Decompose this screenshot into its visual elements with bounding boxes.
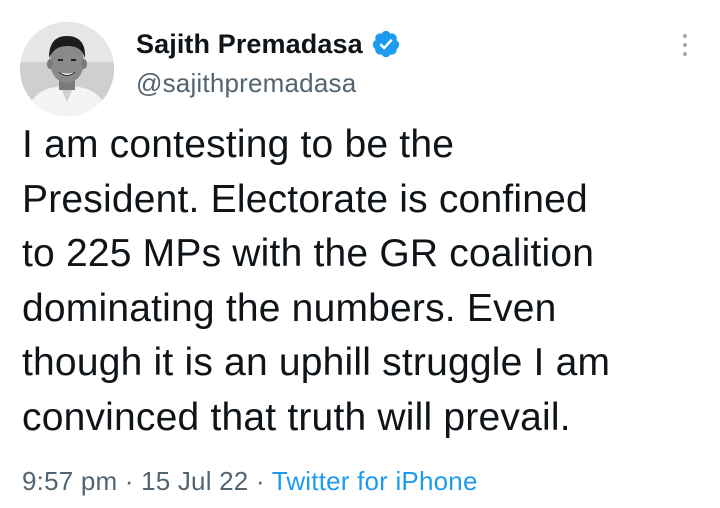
meta-separator: · (124, 466, 134, 496)
tweet-card: Sajith Premadasa @sajithpremadasa I am c… (0, 0, 720, 508)
tweet-date[interactable]: 15 Jul 22 (141, 466, 248, 496)
verified-badge-icon (371, 29, 401, 59)
tweet-source-link[interactable]: Twitter for iPhone (272, 466, 478, 496)
more-options-icon[interactable] (680, 34, 690, 60)
tweet-text: I am contesting to be the President. Ele… (22, 118, 702, 445)
tweet-text-line: though it is an uphill struggle I am (22, 341, 611, 384)
avatar[interactable] (20, 22, 114, 116)
tweet-text-line: convinced that truth will prevail. (22, 395, 571, 439)
user-handle[interactable]: @sajithpremadasa (136, 68, 401, 99)
meta-separator: · (255, 466, 265, 496)
name-row: Sajith Premadasa (136, 26, 401, 62)
tweet-text-line: President. Electorate is confined (22, 177, 588, 221)
tweet-time[interactable]: 9:57 pm (22, 466, 117, 496)
tweet-header: Sajith Premadasa @sajithpremadasa (136, 26, 401, 99)
tweet-text-line: I am contesting to be the (22, 123, 455, 166)
display-name[interactable]: Sajith Premadasa (136, 29, 363, 60)
tweet-text-line: to 225 MPs with the GR coalition (22, 232, 595, 275)
avatar-photo (20, 22, 114, 116)
tweet-text-line: dominating the numbers. Even (22, 286, 557, 330)
tweet-meta: 9:57 pm · 15 Jul 22 · Twitter for iPhone (22, 466, 478, 497)
